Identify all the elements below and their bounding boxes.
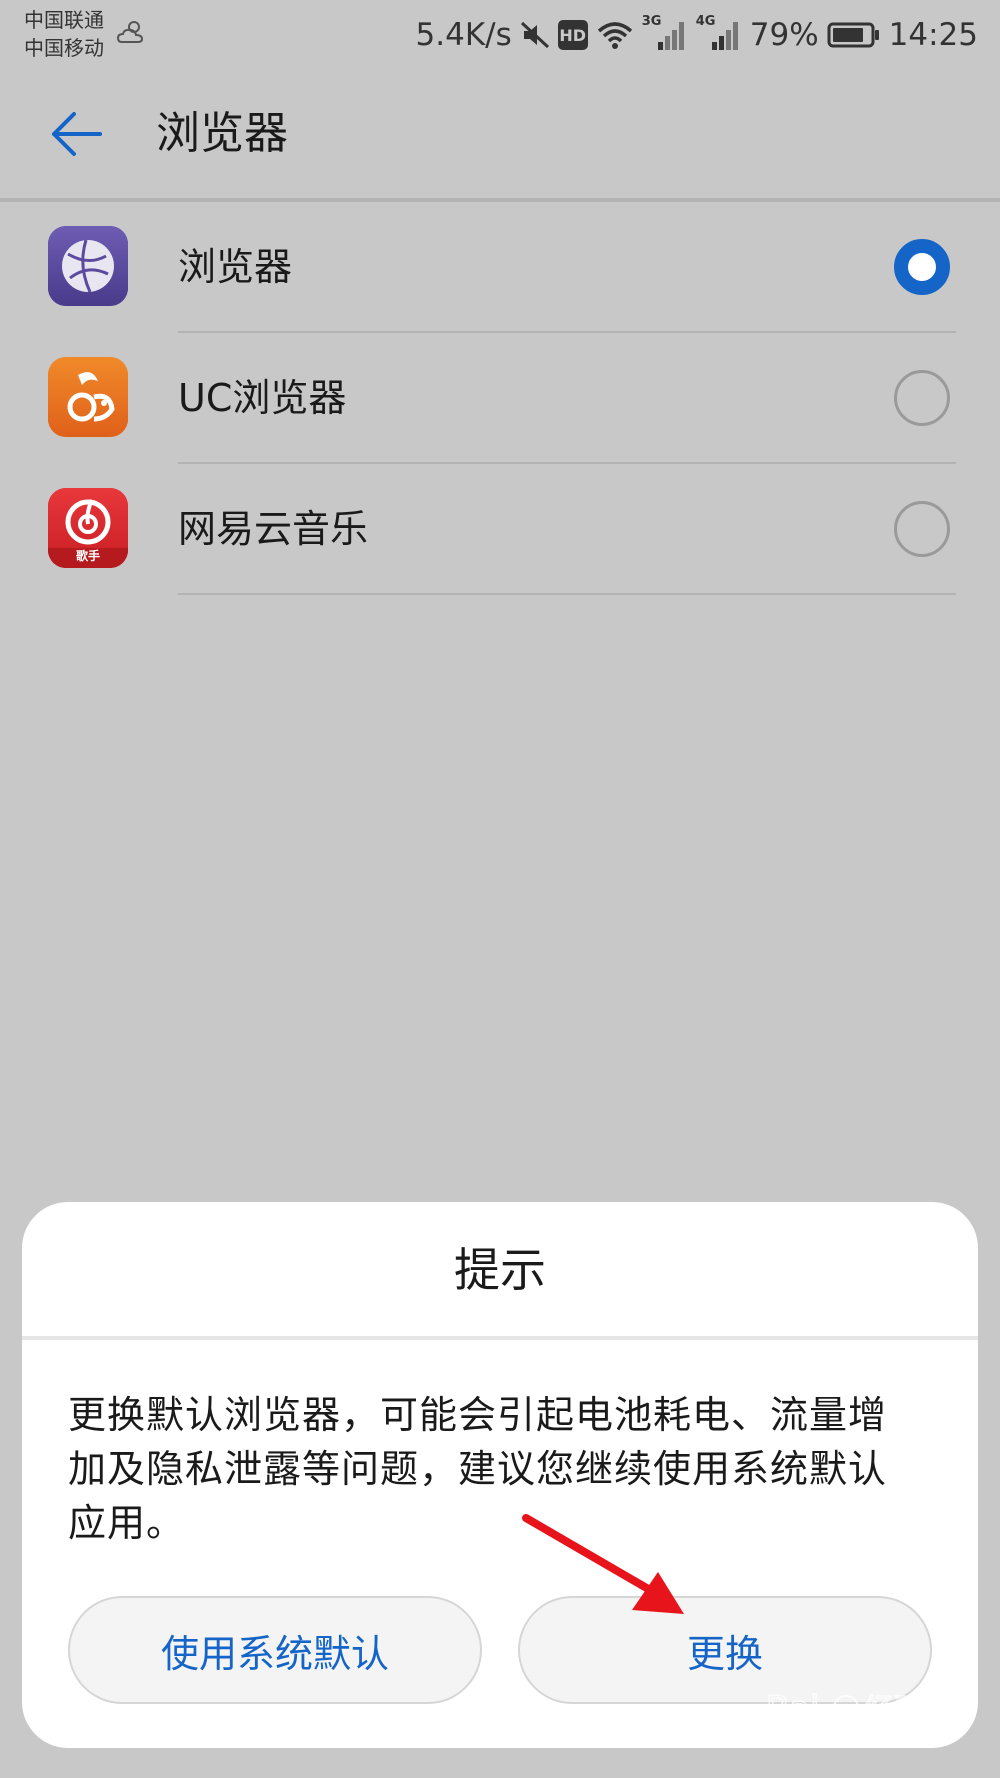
status-icons: 5.4K/s HD 3G 4G 79% 14:25	[416, 10, 978, 60]
back-arrow-icon[interactable]	[48, 106, 104, 162]
app-bar: 浏览器	[0, 70, 1000, 202]
svg-text:jingyan.baidu.com: jingyan.baidu.com	[779, 1729, 928, 1748]
carrier-1: 中国联通	[24, 8, 104, 32]
battery-icon	[827, 22, 879, 48]
list-divider	[178, 593, 956, 595]
annotation-arrow-icon	[522, 1514, 684, 1614]
use-system-default-button[interactable]: 使用系统默认	[68, 1596, 482, 1704]
page-title: 浏览器	[156, 108, 288, 159]
mute-icon	[520, 21, 549, 49]
dialog-title: 提示	[454, 1243, 546, 1297]
app-label: 浏览器	[178, 245, 293, 289]
svg-text:经验: 经验	[864, 1693, 924, 1728]
hd-icon: HD	[557, 20, 588, 50]
uc-squirrel-icon	[48, 357, 128, 437]
carrier-info: 中国联通 中国移动	[24, 6, 104, 62]
radio-selected[interactable]	[894, 239, 950, 295]
hd-label: HD	[559, 25, 587, 45]
app-label: UC浏览器	[178, 376, 347, 420]
clock: 14:25	[888, 17, 978, 53]
svg-text:Bai: Bai	[766, 1689, 820, 1729]
netease-music-icon: 歌手	[48, 488, 128, 568]
browser-globe-icon	[48, 226, 128, 306]
browser-app-list: 浏览器 UC浏览器 歌手 网易云音乐	[0, 202, 1000, 595]
wifi-icon	[597, 22, 632, 49]
battery-percent: 79%	[749, 17, 819, 53]
app-label: 网易云音乐	[178, 507, 369, 551]
baidu-jingyan-watermark: Bai 经验 jingyan.baidu.com	[765, 1688, 928, 1748]
dialog-message: 更换默认浏览器，可能会引起电池耗电、流量增加及隐私泄露等问题，建议您继续使用系统…	[68, 1393, 888, 1545]
status-bar: 中国联通 中国移动 5.4K/s HD 3G 4G 79% 14:25	[0, 0, 1000, 70]
weather-cloudy-icon	[116, 21, 144, 43]
radio-unselected[interactable]	[894, 501, 950, 557]
radio-unselected[interactable]	[894, 370, 950, 426]
signal-4g-icon: 4G	[696, 14, 742, 52]
screen: 中国联通 中国移动 5.4K/s HD 3G 4G 79% 14:25 浏览器 …	[0, 0, 1000, 1778]
list-item-uc-browser[interactable]: UC浏览器	[0, 333, 1000, 464]
list-item-browser[interactable]: 浏览器	[0, 202, 1000, 333]
prompt-dialog: 提示 更换默认浏览器，可能会引起电池耗电、流量增加及隐私泄露等问题，建议您继续使…	[22, 1202, 978, 1748]
signal-3g-icon: 3G	[642, 14, 688, 52]
netease-icon-caption: 歌手	[75, 549, 100, 563]
net-speed: 5.4K/s	[415, 17, 512, 53]
list-item-netease-music[interactable]: 歌手 网易云音乐	[0, 464, 1000, 595]
carrier-2: 中国移动	[24, 36, 104, 60]
dialog-divider	[22, 1336, 978, 1340]
